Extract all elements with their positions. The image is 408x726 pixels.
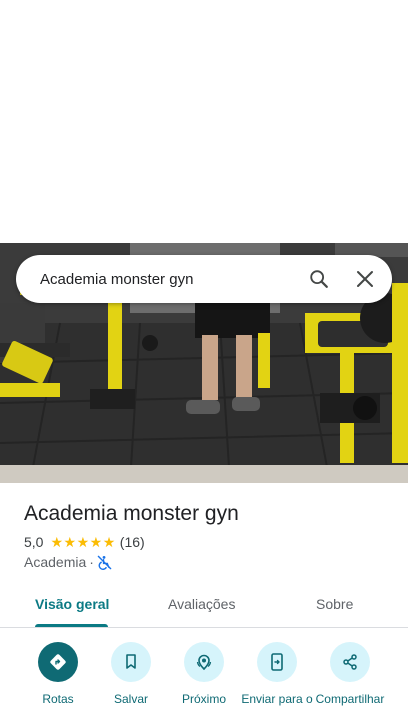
search-input[interactable]: Academia monster gyn: [40, 271, 290, 288]
send-to-phone-circle: [257, 642, 297, 682]
save-circle: [111, 642, 151, 682]
clear-search-button[interactable]: [348, 262, 382, 296]
category-row: Academia ·: [24, 554, 392, 570]
share-button[interactable]: Compartilhar: [313, 642, 387, 706]
directions-icon: [50, 654, 66, 670]
nearby-circle: [184, 642, 224, 682]
star-icon: ★: [50, 534, 64, 550]
search-button[interactable]: [302, 262, 336, 296]
directions-button[interactable]: Rotas: [21, 642, 95, 706]
search-bar[interactable]: Academia monster gyn: [16, 255, 392, 303]
place-tabs: Visão geral Avaliações Sobre: [0, 584, 408, 628]
rating-row[interactable]: 5,0 ★ ★ ★ ★ ★ (16): [24, 534, 392, 550]
place-category: Academia: [24, 554, 87, 570]
place-title: Academia monster gyn: [24, 502, 239, 525]
nearby-button[interactable]: Próximo: [167, 642, 241, 706]
share-circle: [330, 642, 370, 682]
tab-reviews[interactable]: Avaliações: [168, 596, 235, 612]
star-icon: ★: [102, 534, 116, 550]
star-icon: ★: [89, 534, 103, 550]
review-count[interactable]: (16): [120, 534, 145, 550]
place-details: Academia monster gyn 5,0 ★ ★ ★ ★ ★ (16) …: [24, 500, 392, 570]
map-placeholder-area: [0, 0, 408, 243]
send-to-phone-label: Enviar para o: [241, 692, 313, 706]
send-to-phone-button[interactable]: Enviar para o: [240, 642, 314, 706]
nearby-icon: [196, 654, 212, 671]
save-button[interactable]: Salvar: [94, 642, 168, 706]
star-icon: ★: [63, 534, 77, 550]
bookmark-icon: [126, 654, 136, 669]
star-icon: ★: [76, 534, 90, 550]
active-tab-indicator: [35, 624, 108, 627]
action-bar: Rotas Salvar Próximo Enviar para o Compa…: [0, 642, 408, 726]
star-rating: ★ ★ ★ ★ ★: [50, 535, 115, 549]
rating-value: 5,0: [24, 534, 44, 550]
nearby-label: Próximo: [181, 692, 226, 706]
directions-label: Rotas: [42, 692, 74, 706]
separator-dot: ·: [89, 554, 94, 570]
search-icon: [310, 270, 328, 288]
share-icon: [343, 654, 357, 670]
tab-about[interactable]: Sobre: [316, 596, 353, 612]
share-label: Compartilhar: [315, 692, 385, 706]
close-icon: [357, 271, 373, 287]
save-label: Salvar: [113, 692, 148, 706]
wheelchair-inaccessible-icon: [97, 555, 112, 570]
send-to-phone-icon: [271, 653, 283, 671]
directions-circle: [38, 642, 78, 682]
tab-overview[interactable]: Visão geral: [35, 596, 109, 612]
